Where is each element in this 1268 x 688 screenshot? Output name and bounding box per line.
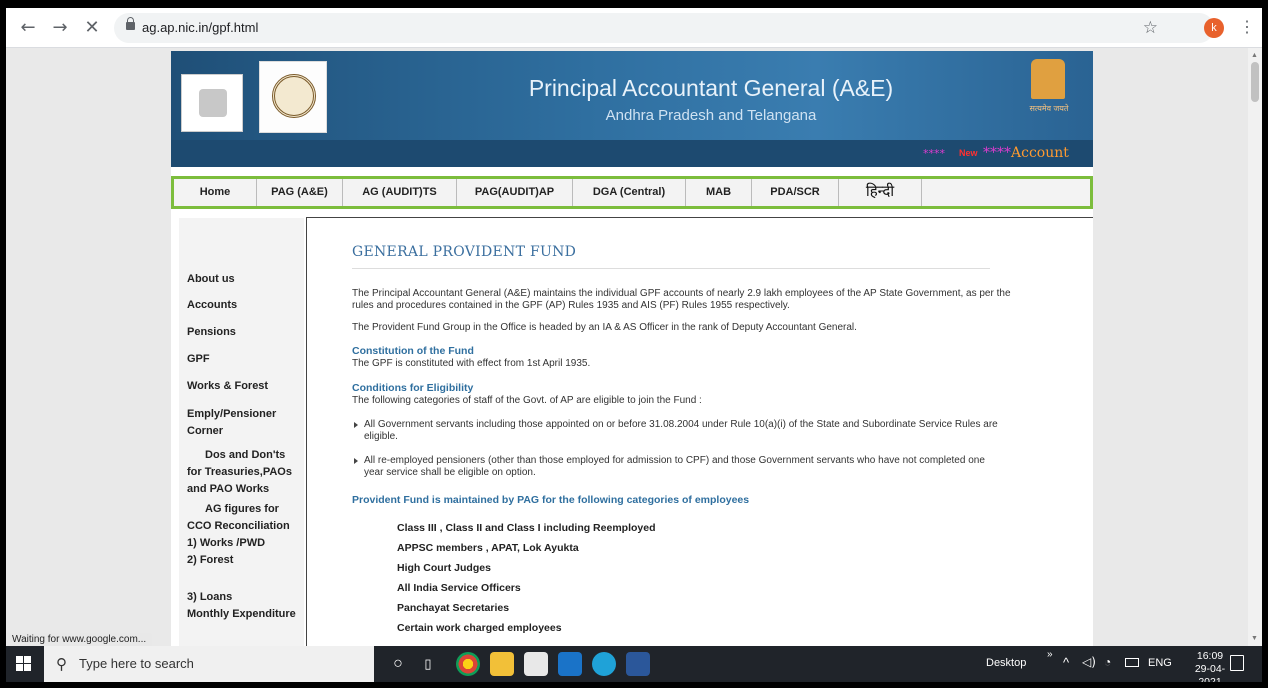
clock-time: 16:09 (1196, 650, 1224, 662)
sidebar-item-monthly-expenditure[interactable]: Monthly Expenditure (187, 606, 296, 623)
nav-mab[interactable]: MAB (686, 179, 752, 206)
missing-plugin-icon (181, 74, 243, 132)
chevron-icon[interactable]: » (1047, 649, 1053, 660)
sidebar-item-dos-donts-2[interactable]: for Treasuries,PAOs (187, 464, 292, 481)
category-item: Class III , Class II and Class I includi… (397, 522, 656, 534)
address-bar[interactable]: ag.ap.nic.in/gpf.html ☆ (114, 13, 1214, 43)
sidebar-item-accounts[interactable]: Accounts (187, 297, 237, 314)
new-badge: New (959, 148, 978, 158)
task-view-icon[interactable]: ▯ (416, 652, 440, 676)
lock-icon (126, 17, 135, 30)
eligibility-heading: Conditions for Eligibility (352, 382, 474, 394)
sidebar-item-loans[interactable]: 3) Loans (187, 589, 232, 606)
show-hidden-icons-icon[interactable]: ^ (1063, 655, 1069, 670)
site-title: Principal Accountant General (A&E) (528, 75, 894, 101)
word-icon[interactable] (626, 652, 650, 676)
nav-pda-scr[interactable]: PDA/SCR (752, 179, 839, 206)
battery-icon[interactable] (1125, 658, 1139, 667)
intro-paragraph: The Principal Accountant General (A&E) m… (352, 288, 1011, 311)
group-paragraph: The Provident Fund Group in the Office i… (352, 322, 857, 333)
notifications-icon[interactable] (1230, 655, 1244, 671)
national-emblem-logo: सत्यमेव जयते (1019, 59, 1079, 119)
category-item: APPSC members , APAT, Lok Ayukta (397, 542, 579, 554)
back-icon[interactable]: ← (16, 16, 40, 40)
windows-taskbar: ⚲ Type here to search ○ ▯ Desktop » ^ ◁)… (6, 646, 1262, 682)
ticker-stars: **** (983, 145, 1011, 161)
nav-pag-audit-ap[interactable]: PAG(AUDIT)AP (457, 179, 573, 206)
clock-date: 29-04-2021 (1194, 663, 1226, 682)
cortana-icon[interactable]: ○ (386, 652, 410, 676)
url-text[interactable]: ag.ap.nic.in/gpf.html (142, 20, 258, 35)
categories-heading: Provident Fund is maintained by PAG for … (352, 494, 750, 506)
sidebar-item-pensioner-corner[interactable]: Emply/Pensioner (187, 406, 276, 423)
browser-menu-icon[interactable]: ⋮ (1239, 18, 1255, 38)
category-item: Certain work charged employees (397, 622, 562, 634)
sidebar: About us Accounts Pensions GPF Works & F… (179, 218, 304, 646)
search-placeholder[interactable]: Type here to search (79, 656, 194, 671)
eligibility-bullet-2: All re-employed pensioners (other than t… (352, 455, 1002, 479)
news-ticker: **** New ****Account (171, 140, 1093, 167)
ticker-stars: **** (923, 147, 945, 160)
nav-ag-audit-ts[interactable]: AG (AUDIT)TS (343, 179, 457, 206)
page-viewport: Principal Accountant General (A&E) Andhr… (6, 48, 1248, 646)
nav-dga-central[interactable]: DGA (Central) (573, 179, 686, 206)
sidebar-item-forest[interactable]: 2) Forest (187, 552, 233, 569)
store-icon[interactable] (524, 652, 548, 676)
vertical-scrollbar[interactable]: ▲ ▼ (1248, 48, 1262, 646)
sidebar-item-works-forest[interactable]: Works & Forest (187, 378, 268, 395)
sidebar-item-pensioner-corner-2[interactable]: Corner (187, 423, 223, 440)
sidebar-item-pensions[interactable]: Pensions (187, 324, 236, 341)
main-content: GENERAL PROVIDENT FUND The Principal Acc… (306, 217, 1093, 646)
category-item: All India Service Officers (397, 582, 521, 594)
network-icon[interactable]: ◔ (1104, 655, 1111, 669)
file-explorer-icon[interactable] (490, 652, 514, 676)
mail-icon[interactable] (558, 652, 582, 676)
sidebar-item-about-us[interactable]: About us (187, 271, 235, 288)
constitution-text: The GPF is constituted with effect from … (352, 358, 591, 369)
title-divider (352, 268, 990, 269)
cag-seal-logo (259, 61, 327, 133)
search-icon: ⚲ (56, 656, 67, 673)
taskbar-search-box[interactable]: ⚲ Type here to search (44, 646, 374, 682)
site-subtitle: Andhra Pradesh and Telangana (605, 107, 817, 124)
status-bar: Waiting for www.google.com... (6, 633, 153, 646)
page-title: GENERAL PROVIDENT FUND (352, 244, 577, 260)
browser-window: ← → ✕ ag.ap.nic.in/gpf.html ☆ k ⋮ Princi… (6, 8, 1262, 682)
sidebar-item-dos-donts-3[interactable]: and PAO Works (187, 481, 269, 498)
edge-icon[interactable] (592, 652, 616, 676)
eligibility-text: The following categories of staff of the… (352, 395, 702, 406)
sidebar-item-ag-figures[interactable]: AG figures for (205, 501, 279, 518)
clock[interactable]: 16:09 29-04-2021 (1184, 650, 1236, 682)
chrome-icon[interactable] (456, 652, 480, 676)
ticker-link[interactable]: ****Account (983, 145, 1069, 161)
windows-start-icon[interactable] (16, 656, 32, 672)
category-item: Panchayat Secretaries (397, 602, 510, 614)
sidebar-item-works-pwd[interactable]: 1) Works /PWD (187, 535, 265, 552)
main-nav: Home PAG (A&E) AG (AUDIT)TS PAG(AUDIT)AP… (171, 176, 1093, 209)
stop-loading-icon[interactable]: ✕ (80, 16, 104, 40)
desktop-toolbar-label[interactable]: Desktop (986, 657, 1026, 669)
volume-icon[interactable]: ◁) (1082, 655, 1096, 669)
browser-toolbar: ← → ✕ ag.ap.nic.in/gpf.html ☆ k ⋮ (6, 8, 1262, 48)
sidebar-item-gpf[interactable]: GPF (187, 351, 210, 368)
eligibility-bullet-1: All Government servants including those … (352, 419, 1002, 443)
nav-pag-ae[interactable]: PAG (A&E) (257, 179, 343, 206)
language-indicator[interactable]: ENG (1148, 657, 1172, 669)
sidebar-item-cco-reconciliation[interactable]: CCO Reconciliation (187, 518, 290, 535)
scrollbar-thumb[interactable] (1251, 62, 1259, 102)
nav-home[interactable]: Home (174, 179, 257, 206)
profile-avatar[interactable]: k (1204, 18, 1224, 38)
sidebar-item-dos-donts[interactable]: Dos and Don'ts (205, 447, 285, 464)
category-item: High Court Judges (397, 562, 491, 574)
forward-icon[interactable]: → (48, 16, 72, 40)
website: Principal Accountant General (A&E) Andhr… (171, 51, 1093, 646)
constitution-heading: Constitution of the Fund (352, 345, 474, 357)
scroll-up-arrow-icon[interactable]: ▲ (1251, 52, 1258, 59)
site-banner: Principal Accountant General (A&E) Andhr… (171, 51, 1093, 140)
emblem-motto: सत्यमेव जयते (1029, 104, 1069, 113)
nav-hindi[interactable]: हिन्दी (839, 179, 922, 206)
ticker-text[interactable]: Account (1011, 145, 1069, 161)
bookmark-star-icon[interactable]: ☆ (1143, 18, 1158, 38)
scroll-down-arrow-icon[interactable]: ▼ (1251, 635, 1258, 642)
